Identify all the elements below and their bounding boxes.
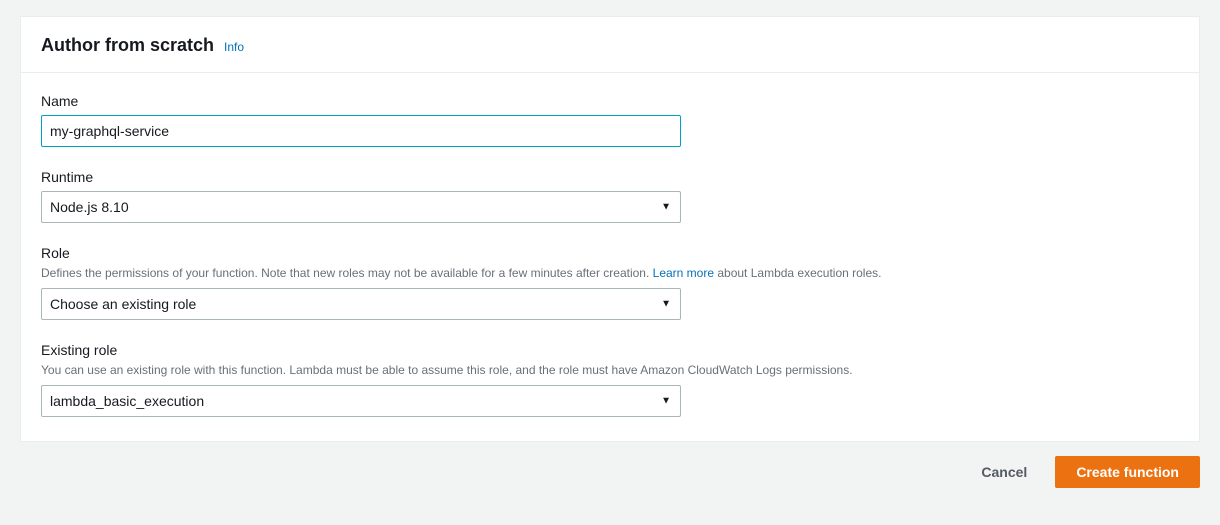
existing-role-select[interactable]: lambda_basic_execution bbox=[41, 385, 681, 417]
footer: Cancel Create function bbox=[0, 442, 1220, 488]
role-group: Role Defines the permissions of your fun… bbox=[41, 245, 1179, 320]
role-select[interactable]: Choose an existing role bbox=[41, 288, 681, 320]
runtime-group: Runtime Node.js 8.10 ▼ bbox=[41, 169, 1179, 223]
panel-title: Author from scratch bbox=[41, 35, 214, 56]
role-label: Role bbox=[41, 245, 1179, 261]
existing-role-selected-value: lambda_basic_execution bbox=[50, 393, 204, 409]
role-hint-after: about Lambda execution roles. bbox=[714, 266, 881, 280]
role-hint-before: Defines the permissions of your function… bbox=[41, 266, 653, 280]
author-from-scratch-panel: Author from scratch Info Name Runtime No… bbox=[20, 16, 1200, 442]
role-selected-value: Choose an existing role bbox=[50, 296, 196, 312]
role-select-wrap: Choose an existing role ▼ bbox=[41, 288, 681, 320]
panel-body: Name Runtime Node.js 8.10 ▼ Role Defines… bbox=[21, 73, 1199, 441]
existing-role-label: Existing role bbox=[41, 342, 1179, 358]
name-input[interactable] bbox=[41, 115, 681, 147]
existing-role-select-wrap: lambda_basic_execution ▼ bbox=[41, 385, 681, 417]
runtime-label: Runtime bbox=[41, 169, 1179, 185]
name-label: Name bbox=[41, 93, 1179, 109]
name-group: Name bbox=[41, 93, 1179, 147]
create-function-button[interactable]: Create function bbox=[1055, 456, 1200, 488]
learn-more-link[interactable]: Learn more bbox=[653, 266, 714, 280]
cancel-button[interactable]: Cancel bbox=[969, 456, 1039, 488]
runtime-select[interactable]: Node.js 8.10 bbox=[41, 191, 681, 223]
existing-role-hint: You can use an existing role with this f… bbox=[41, 361, 1179, 379]
runtime-selected-value: Node.js 8.10 bbox=[50, 199, 129, 215]
runtime-select-wrap: Node.js 8.10 ▼ bbox=[41, 191, 681, 223]
info-link[interactable]: Info bbox=[224, 40, 244, 54]
role-hint: Defines the permissions of your function… bbox=[41, 264, 1179, 282]
existing-role-group: Existing role You can use an existing ro… bbox=[41, 342, 1179, 417]
panel-header: Author from scratch Info bbox=[21, 17, 1199, 73]
